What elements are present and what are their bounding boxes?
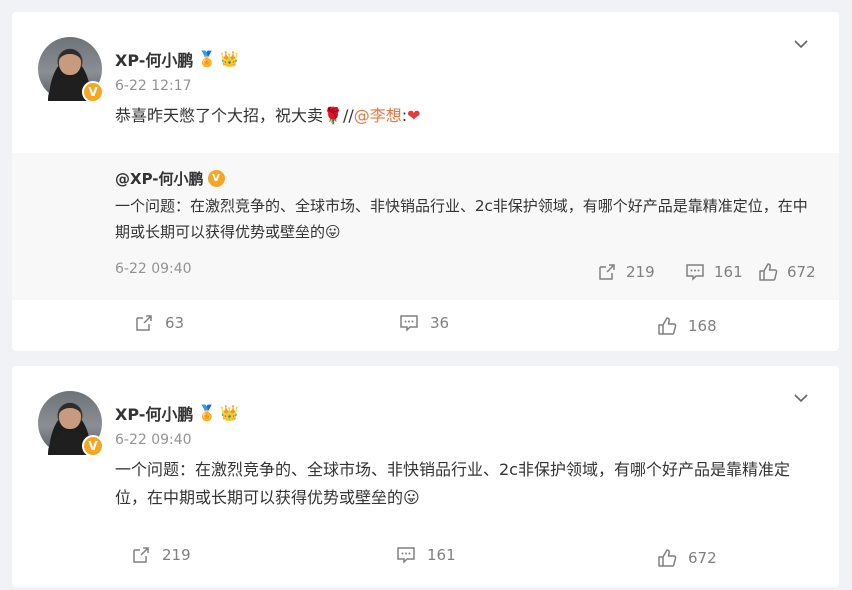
quoted-post[interactable]: @XP-何小鹏 V 一个问题：在激烈竞争的、全球市场、非快销品行业、2c非保护领… <box>12 153 839 300</box>
comment-icon <box>400 315 418 332</box>
medal-icon: 🏅 <box>197 403 217 422</box>
avatar[interactable]: V <box>38 391 104 457</box>
thumbs-up-icon <box>759 263 778 281</box>
tongue-emoji-icon: 😛 <box>325 223 341 241</box>
repost-separator: // <box>342 106 354 125</box>
comment-button[interactable]: 161 <box>395 544 456 566</box>
quoted-comment-button[interactable]: 161 <box>684 261 743 283</box>
author-name[interactable]: XP-何小鹏 <box>115 47 193 71</box>
quoted-text: 一个问题：在激烈竞争的、全球市场、非快销品行业、2c非保护领域，有哪个好产品是靠… <box>115 193 815 245</box>
post-text: 恭喜昨天憋了个大招，祝大卖🌹//@李想:❤ <box>115 102 805 130</box>
repost-count: 63 <box>165 314 185 332</box>
repost-icon <box>136 315 152 331</box>
repost-icon <box>133 547 149 563</box>
rose-icon: 🌹 <box>323 106 343 125</box>
quoted-comment-count: 161 <box>714 263 743 281</box>
quoted-text-body: 一个问题：在激烈竞争的、全球市场、非快销品行业、2c非保护领域，有哪个好产品是靠… <box>115 197 808 241</box>
post-text: 一个问题：在激烈竞争的、全球市场、非快销品行业、2c非保护领域，有哪个好产品是靠… <box>115 456 815 512</box>
post-footer: 63 36 168 <box>12 306 839 346</box>
author-name[interactable]: XP-何小鹏 <box>115 401 193 425</box>
tongue-emoji-icon: 😛 <box>403 488 420 507</box>
author-row: XP-何小鹏 🏅 👑 <box>115 401 239 425</box>
quoted-like-count: 672 <box>787 263 816 281</box>
quoted-like-button[interactable]: 672 <box>757 261 816 283</box>
post-card: V XP-何小鹏 🏅 👑 6-22 09:40 一个问题：在激烈竞争的、全球市场… <box>12 366 839 587</box>
crown-icon: 👑 <box>220 49 239 68</box>
quoted-time[interactable]: 6-22 09:40 <box>115 261 192 277</box>
crown-icon: 👑 <box>220 403 239 422</box>
repost-button[interactable]: 63 <box>133 312 184 334</box>
like-button[interactable]: 672 <box>656 547 717 569</box>
comment-icon <box>397 547 415 564</box>
quoted-repost-count: 219 <box>626 263 655 281</box>
post-time[interactable]: 6-22 09:40 <box>115 432 192 448</box>
author-row: XP-何小鹏 🏅 👑 <box>115 47 239 71</box>
mention-link[interactable]: @李想 <box>354 106 402 125</box>
post-time[interactable]: 6-22 12:17 <box>115 78 192 94</box>
comment-count: 36 <box>430 314 450 332</box>
comment-icon <box>686 264 704 281</box>
repost-button[interactable]: 219 <box>130 544 191 566</box>
quoted-user-row: @XP-何小鹏 V <box>115 168 225 189</box>
repost-count: 219 <box>162 546 191 564</box>
thumbs-up-icon <box>658 549 677 567</box>
repost-icon <box>599 264 615 280</box>
thumbs-up-icon <box>658 317 677 335</box>
post-footer: 219 161 672 <box>12 538 839 578</box>
verified-badge-icon: V <box>82 435 104 457</box>
post-text-main: 恭喜昨天憋了个大招，祝大卖 <box>115 106 324 125</box>
quoted-repost-button[interactable]: 219 <box>596 261 655 283</box>
like-button[interactable]: 168 <box>656 315 717 337</box>
post-card: V XP-何小鹏 🏅 👑 6-22 12:17 恭喜昨天憋了个大招，祝大卖🌹//… <box>12 12 839 351</box>
verified-icon: V <box>207 170 225 187</box>
post-text-body: 一个问题：在激烈竞争的、全球市场、非快销品行业、2c非保护领域，有哪个好产品是靠… <box>115 460 790 507</box>
chevron-down-icon[interactable] <box>791 34 811 54</box>
avatar[interactable]: V <box>38 37 104 103</box>
verified-badge-icon: V <box>82 81 104 103</box>
comment-count: 161 <box>427 546 456 564</box>
medal-icon: 🏅 <box>197 49 217 68</box>
comment-button[interactable]: 36 <box>398 312 449 334</box>
like-count: 168 <box>688 317 717 335</box>
like-count: 672 <box>688 549 717 567</box>
avatar-face <box>59 49 81 75</box>
avatar-face <box>59 403 81 429</box>
heart-icon: ❤ <box>407 106 421 125</box>
chevron-down-icon[interactable] <box>791 388 811 408</box>
quoted-user[interactable]: @XP-何小鹏 <box>115 168 204 189</box>
